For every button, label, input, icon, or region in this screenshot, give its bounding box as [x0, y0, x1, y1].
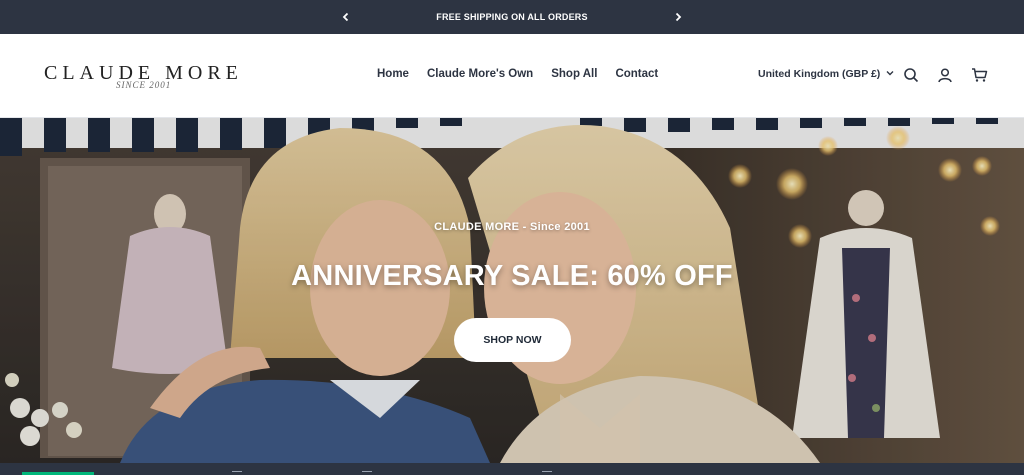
feature-icon [542, 471, 552, 475]
account-icon[interactable] [936, 66, 954, 84]
locale-selector[interactable]: United Kingdom (GBP £) [758, 68, 894, 80]
feature-icon [232, 471, 242, 475]
announcement-text: FREE SHIPPING ON ALL ORDERS [436, 12, 588, 22]
main-nav: Home Claude More's Own Shop All Contact [377, 68, 658, 80]
feature-icon [362, 471, 372, 475]
bottom-strip [0, 463, 1024, 475]
hero-kicker: CLAUDE MORE - Since 2001 [434, 221, 590, 233]
chevron-left-icon[interactable] [338, 9, 354, 25]
chevron-down-icon [886, 68, 894, 80]
logo-tagline: SINCE 2001 [116, 80, 172, 90]
shop-now-button[interactable]: SHOP NOW [454, 318, 571, 362]
nav-claude-mores-own[interactable]: Claude More's Own [427, 68, 533, 80]
locale-label: United Kingdom (GBP £) [758, 68, 881, 80]
nav-contact[interactable]: Contact [615, 68, 658, 80]
cart-icon[interactable] [970, 66, 988, 84]
logo[interactable]: CLAUDE MORE SINCE 2001 [44, 62, 244, 96]
nav-home[interactable]: Home [377, 68, 409, 80]
header-icons [902, 66, 988, 84]
site-header: CLAUDE MORE SINCE 2001 Home Claude More'… [0, 34, 1024, 118]
chevron-right-icon[interactable] [670, 9, 686, 25]
nav-shop-all[interactable]: Shop All [551, 68, 597, 80]
hero-banner: CLAUDE MORE - Since 2001 ANNIVERSARY SAL… [0, 118, 1024, 463]
announcement-bar: FREE SHIPPING ON ALL ORDERS [0, 0, 1024, 34]
hero-headline: ANNIVERSARY SALE: 60% OFF [291, 260, 733, 292]
search-icon[interactable] [902, 66, 920, 84]
